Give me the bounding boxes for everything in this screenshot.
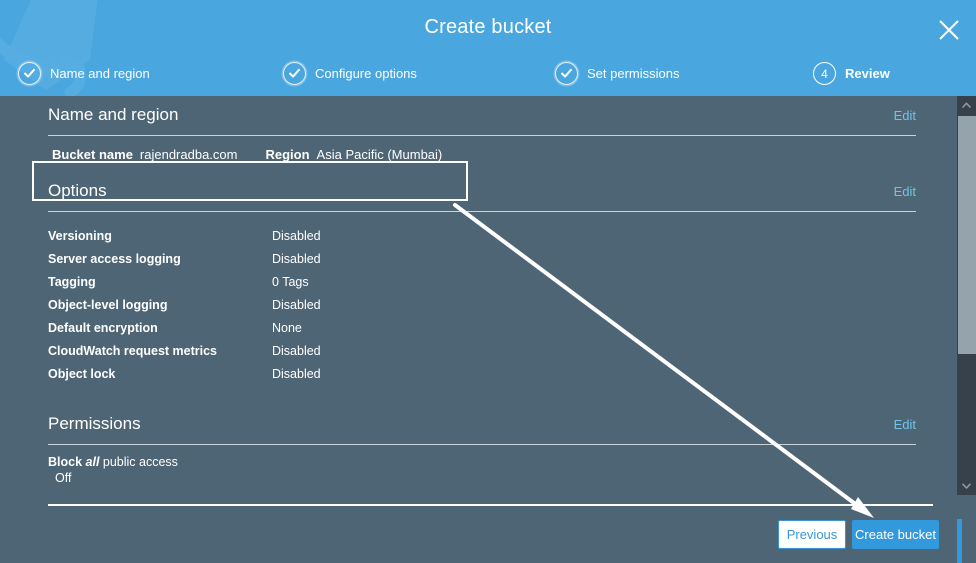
option-label: Tagging xyxy=(48,275,272,289)
section-title: Permissions xyxy=(48,414,141,434)
check-circle-icon xyxy=(283,62,306,85)
wizard-step-label: Name and region xyxy=(50,66,150,81)
option-value: Disabled xyxy=(272,252,321,266)
section-title: Name and region xyxy=(48,105,178,125)
table-row: Default encryption None xyxy=(48,316,916,339)
table-row: Tagging 0 Tags xyxy=(48,270,916,293)
table-row: Server access logging Disabled xyxy=(48,247,916,270)
chevron-down-icon xyxy=(962,483,971,489)
region-label: Region xyxy=(265,147,309,162)
review-scroll-area[interactable]: Name and region Edit Bucket name rajendr… xyxy=(0,96,957,506)
scroll-down-button[interactable] xyxy=(957,477,976,495)
region-value: Asia Pacific (Mumbai) xyxy=(317,147,443,162)
close-icon xyxy=(938,19,960,41)
block-public-access-label: Block all public access xyxy=(48,454,916,470)
spacer xyxy=(48,385,916,405)
wizard-step-name-and-region[interactable]: Name and region xyxy=(18,62,150,85)
option-label: Object-level logging xyxy=(48,298,272,312)
option-label: CloudWatch request metrics xyxy=(48,344,272,358)
table-row: Object-level logging Disabled xyxy=(48,293,916,316)
page-title: Create bucket xyxy=(0,16,976,39)
option-value: Disabled xyxy=(272,229,321,243)
section-header-permissions: Permissions Edit xyxy=(48,405,916,444)
section-header-options: Options Edit xyxy=(48,172,916,211)
wizard-step-set-permissions[interactable]: Set permissions xyxy=(555,62,679,85)
wizard-step-label: Review xyxy=(845,66,890,81)
wizard-step-review[interactable]: 4 Review xyxy=(813,62,890,85)
option-value: Disabled xyxy=(272,344,321,358)
bucket-name-value: rajendradba.com xyxy=(140,147,238,162)
check-icon xyxy=(23,67,36,80)
section-header-name-and-region: Name and region Edit xyxy=(48,96,916,135)
vertical-scrollbar[interactable] xyxy=(957,96,976,563)
edit-link-name-and-region[interactable]: Edit xyxy=(894,108,916,123)
section-title: Options xyxy=(48,181,107,201)
edit-link-permissions[interactable]: Edit xyxy=(894,417,916,432)
option-label: Versioning xyxy=(48,229,272,243)
step-number-badge: 4 xyxy=(813,62,836,85)
block-public-access-prefix: Block xyxy=(48,455,86,469)
modal-footer: Previous Create bucket xyxy=(0,506,957,563)
create-button-edge-strip xyxy=(957,519,962,563)
option-label: Default encryption xyxy=(48,321,272,335)
option-label: Server access logging xyxy=(48,252,272,266)
create-bucket-button[interactable]: Create bucket xyxy=(852,520,939,549)
close-button[interactable] xyxy=(932,13,966,47)
check-icon xyxy=(288,67,301,80)
modal-header: Create bucket Name and region Configure … xyxy=(0,0,976,96)
bucket-name-label: Bucket name xyxy=(52,147,133,162)
wizard-step-configure-options[interactable]: Configure options xyxy=(283,62,417,85)
bucket-name-and-region-row: Bucket name rajendradba.com Region Asia … xyxy=(48,136,916,172)
option-value: 0 Tags xyxy=(272,275,309,289)
option-label: Object lock xyxy=(48,367,272,381)
check-circle-icon xyxy=(18,62,41,85)
block-public-access-row: Block all public access Off xyxy=(48,445,916,486)
table-row: Object lock Disabled xyxy=(48,362,916,385)
block-public-access-suffix: public access xyxy=(99,455,178,469)
option-value: Disabled xyxy=(272,298,321,312)
block-public-access-value: Off xyxy=(48,470,916,486)
check-icon xyxy=(560,67,573,80)
option-value: None xyxy=(272,321,302,335)
edit-link-options[interactable]: Edit xyxy=(894,184,916,199)
review-content: Name and region Edit Bucket name rajendr… xyxy=(48,96,916,486)
wizard-step-label: Set permissions xyxy=(587,66,679,81)
previous-button[interactable]: Previous xyxy=(778,520,846,549)
block-public-access-emphasis: all xyxy=(86,455,100,469)
option-value: Disabled xyxy=(272,367,321,381)
check-circle-icon xyxy=(555,62,578,85)
scrollbar-thumb[interactable] xyxy=(958,116,976,354)
wizard-steps: Name and region Configure options Set pe… xyxy=(0,62,976,92)
options-list: Versioning Disabled Server access loggin… xyxy=(48,212,916,385)
table-row: Versioning Disabled xyxy=(48,224,916,247)
chevron-up-icon xyxy=(962,102,971,108)
table-row: CloudWatch request metrics Disabled xyxy=(48,339,916,362)
wizard-step-label: Configure options xyxy=(315,66,417,81)
scroll-up-button[interactable] xyxy=(957,96,976,114)
